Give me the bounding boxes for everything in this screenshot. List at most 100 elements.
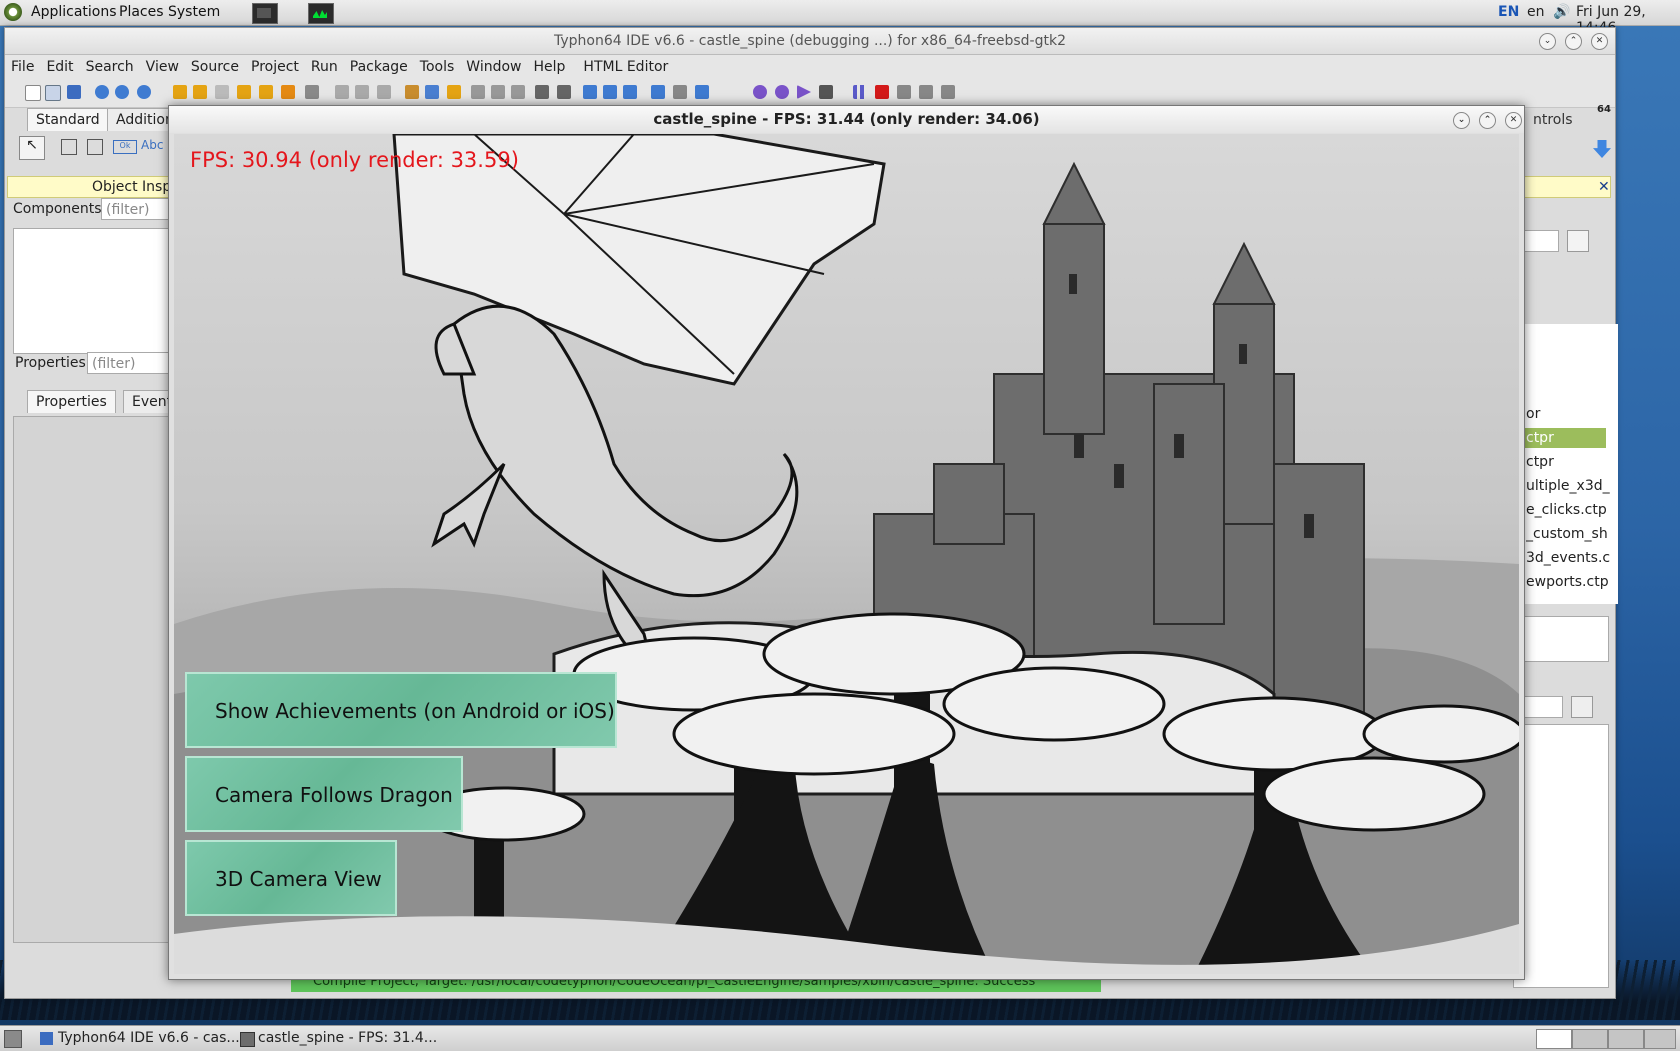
list-item[interactable]: ewports.ctp: [1526, 572, 1618, 592]
pause-icon[interactable]: [853, 85, 867, 99]
new-project-icon[interactable]: [67, 85, 81, 99]
property-grid[interactable]: [13, 416, 173, 943]
minimize-icon[interactable]: ⌄: [1453, 112, 1470, 129]
menu-source[interactable]: Source: [185, 55, 245, 79]
compile-icon[interactable]: [237, 85, 251, 99]
locale-indicator[interactable]: en: [1527, 4, 1545, 20]
step-out-icon[interactable]: [941, 85, 955, 99]
show-desktop-icon[interactable]: [4, 1030, 22, 1048]
run-icon[interactable]: [797, 85, 811, 99]
open-icon[interactable]: [95, 85, 109, 99]
build-all-icon[interactable]: [193, 85, 207, 99]
clean-icon[interactable]: [281, 85, 295, 99]
menu-places[interactable]: Places: [119, 4, 164, 20]
view-forms-icon[interactable]: [491, 85, 505, 99]
close-icon[interactable]: ✕: [1505, 112, 1522, 129]
tab-standard[interactable]: Standard: [27, 108, 109, 131]
volume-icon[interactable]: 🔊: [1553, 4, 1570, 20]
menu-file[interactable]: File: [5, 55, 40, 79]
button-component-icon[interactable]: Ok: [113, 140, 137, 154]
messages-panel[interactable]: [1513, 724, 1609, 988]
run-options-icon[interactable]: [819, 85, 833, 99]
workspace-2[interactable]: [1572, 1029, 1608, 1049]
tab-properties[interactable]: Properties: [27, 390, 116, 413]
toggle-form-icon[interactable]: [511, 85, 525, 99]
game-title-bar[interactable]: castle_spine - FPS: 31.44 (only render: …: [169, 106, 1524, 133]
main-menu-icon[interactable]: [61, 139, 77, 155]
menu-project[interactable]: Project: [245, 55, 305, 79]
workspace-4[interactable]: [1644, 1029, 1676, 1049]
keyboard-layout-indicator[interactable]: EN: [1498, 4, 1519, 20]
ide-title-bar[interactable]: Typhon64 IDE v6.6 - castle_spine (debugg…: [5, 28, 1615, 55]
properties-filter-input[interactable]: (filter): [87, 352, 171, 374]
selection-pointer-icon[interactable]: ↖: [19, 136, 45, 160]
find-icon[interactable]: [137, 85, 151, 99]
run-params-icon[interactable]: [753, 85, 767, 99]
close-panel-icon[interactable]: ✕: [1598, 177, 1610, 197]
settings-icon[interactable]: [673, 85, 687, 99]
designer-icon[interactable]: [583, 85, 597, 99]
save-all-icon[interactable]: [355, 85, 369, 99]
popup-menu-icon[interactable]: [87, 139, 103, 155]
package-icon[interactable]: [215, 85, 229, 99]
new-form-icon[interactable]: [45, 85, 61, 101]
quick-compile-icon[interactable]: [259, 85, 273, 99]
menu-html-editor[interactable]: HTML Editor: [577, 55, 674, 79]
download-icon[interactable]: [1593, 140, 1611, 158]
menu-run[interactable]: Run: [305, 55, 344, 79]
open-recent-icon[interactable]: [115, 85, 129, 99]
close-icon[interactable]: ✕: [1591, 33, 1608, 50]
components-filter-input[interactable]: (filter): [101, 198, 171, 220]
tools-icon[interactable]: [447, 85, 461, 99]
bookmark-icon[interactable]: [651, 85, 665, 99]
maximize-icon[interactable]: ⌃: [1479, 112, 1496, 129]
inspect-icon[interactable]: [557, 85, 571, 99]
terminal-launcher-icon[interactable]: [252, 3, 278, 24]
workspace-1[interactable]: [1536, 1029, 1572, 1049]
components-icon[interactable]: [305, 85, 319, 99]
save-icon[interactable]: [335, 85, 349, 99]
label-component-icon[interactable]: Abc: [141, 138, 163, 152]
game-viewport[interactable]: FPS: 30.94 (only render: 33.59) Show Ach…: [174, 134, 1519, 974]
3d-camera-view-button[interactable]: 3D Camera View: [185, 840, 397, 916]
open-folder-icon[interactable]: [1567, 230, 1589, 252]
list-item-selected[interactable]: ctpr: [1514, 428, 1606, 448]
layout-icon[interactable]: [603, 85, 617, 99]
menu-search[interactable]: Search: [80, 55, 140, 79]
menu-applications[interactable]: Applications: [31, 4, 117, 20]
stop-icon[interactable]: [875, 85, 889, 99]
tab-common-controls[interactable]: ntrols: [1533, 112, 1573, 128]
menu-package[interactable]: Package: [344, 55, 414, 79]
menu-view[interactable]: View: [140, 55, 185, 79]
project-files-list[interactable]: or ctpr ctpr ultiple_x3d_ e_clicks.ctp _…: [1513, 324, 1618, 604]
clear-filter-icon[interactable]: [1571, 696, 1593, 718]
menu-help[interactable]: Help: [528, 55, 572, 79]
system-monitor-launcher-icon[interactable]: [308, 3, 334, 24]
target-icon[interactable]: [695, 85, 709, 99]
list-item[interactable]: or: [1526, 404, 1618, 424]
menu-window[interactable]: Window: [460, 55, 527, 79]
list-item[interactable]: e_clicks.ctp: [1526, 500, 1618, 520]
close-file-icon[interactable]: [377, 85, 391, 99]
task-typhon-ide[interactable]: Typhon64 IDE v6.6 - cas...: [36, 1028, 258, 1049]
components-tree[interactable]: [13, 228, 173, 354]
menu-edit[interactable]: Edit: [40, 55, 79, 79]
task-castle-spine[interactable]: castle_spine - FPS: 31.4...: [236, 1028, 458, 1049]
debug-icon[interactable]: [535, 85, 549, 99]
options-icon[interactable]: [425, 85, 439, 99]
new-file-icon[interactable]: [25, 85, 41, 101]
menu-system[interactable]: System: [168, 4, 220, 20]
edit-icon[interactable]: [405, 85, 419, 99]
list-item[interactable]: ultiple_x3d_: [1526, 476, 1618, 496]
attach-icon[interactable]: [775, 85, 789, 99]
align-icon[interactable]: [623, 85, 637, 99]
list-item[interactable]: ctpr: [1526, 452, 1618, 472]
build-icon[interactable]: [173, 85, 187, 99]
list-item[interactable]: _custom_sh: [1526, 524, 1618, 544]
view-units-icon[interactable]: [471, 85, 485, 99]
show-achievements-button[interactable]: Show Achievements (on Android or iOS): [185, 672, 617, 748]
menu-tools[interactable]: Tools: [414, 55, 461, 79]
maximize-icon[interactable]: ⌃: [1565, 33, 1582, 50]
camera-follows-dragon-button[interactable]: Camera Follows Dragon: [185, 756, 463, 832]
step-over-icon[interactable]: [919, 85, 933, 99]
